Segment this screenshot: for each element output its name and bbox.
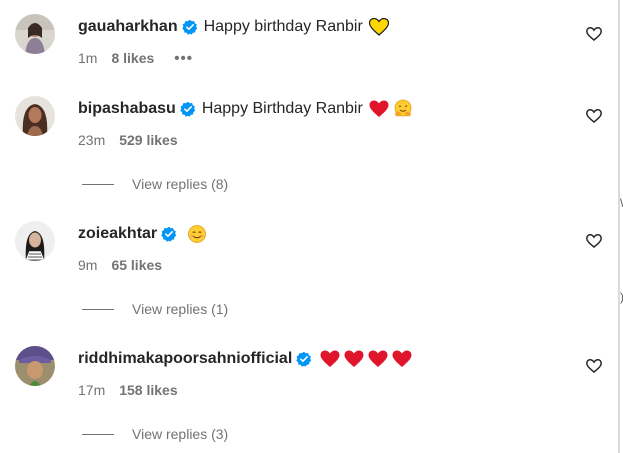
timestamp[interactable]: 9m xyxy=(78,257,97,273)
avatar[interactable] xyxy=(15,221,55,261)
likes-count[interactable]: 529 likes xyxy=(119,132,177,148)
timestamp[interactable]: 1m xyxy=(78,50,97,66)
view-replies-button[interactable]: View replies (1) xyxy=(82,300,228,318)
like-heart-icon[interactable] xyxy=(585,25,603,43)
comment-text: Happy birthday Ranbir xyxy=(203,18,363,35)
username[interactable]: gauaharkhan xyxy=(78,17,178,37)
username[interactable]: zoieakhtar xyxy=(78,224,157,244)
timestamp[interactable]: 23m xyxy=(78,132,105,148)
red-heart-icon xyxy=(320,350,340,368)
verified-badge-icon xyxy=(180,101,196,117)
replies-divider xyxy=(82,183,114,185)
avatar[interactable] xyxy=(15,14,55,54)
red-heart-icon xyxy=(344,350,364,368)
likes-count[interactable]: 65 likes xyxy=(111,257,162,273)
view-replies-label: View replies (3) xyxy=(132,426,229,442)
likes-count[interactable]: 8 likes xyxy=(111,50,154,66)
replies-divider xyxy=(82,433,114,435)
like-heart-icon[interactable] xyxy=(585,232,603,250)
comment-meta: 1m 8 likes ••• xyxy=(78,49,193,67)
avatar[interactable] xyxy=(15,96,55,136)
comment-line: zoieakhtar xyxy=(78,222,207,246)
comment-line: bipashabasu Happy Birthday Ranbir xyxy=(78,97,413,121)
comment-meta: 9m 65 likes xyxy=(78,256,162,274)
view-replies-button[interactable]: View replies (3) xyxy=(82,425,228,443)
red-heart-icon xyxy=(369,100,389,118)
avatar[interactable] xyxy=(15,346,55,386)
like-heart-icon[interactable] xyxy=(585,107,603,125)
scroll-edge xyxy=(618,0,620,453)
more-options-icon[interactable]: ••• xyxy=(174,50,193,67)
comment-line: gauaharkhan Happy birthday Ranbir xyxy=(78,15,389,39)
red-heart-icon xyxy=(392,350,412,368)
yellow-heart-icon xyxy=(368,18,389,36)
verified-badge-icon xyxy=(161,226,177,242)
timestamp[interactable]: 17m xyxy=(78,382,105,398)
like-heart-icon[interactable] xyxy=(585,357,603,375)
username[interactable]: riddhimakapoorsahniofficial xyxy=(78,349,292,369)
smiling-face-icon xyxy=(187,224,207,244)
view-replies-button[interactable]: View replies (8) xyxy=(82,175,228,193)
verified-badge-icon xyxy=(181,19,198,35)
verified-badge-icon xyxy=(296,351,312,367)
comment-text: Happy Birthday Ranbir xyxy=(201,100,363,117)
username[interactable]: bipashabasu xyxy=(78,99,176,119)
view-replies-label: View replies (1) xyxy=(132,301,229,317)
replies-divider xyxy=(82,308,114,310)
hugging-face-icon xyxy=(393,99,413,119)
view-replies-label: View replies (8) xyxy=(132,176,229,192)
red-heart-icon xyxy=(368,350,388,368)
comment-meta: 17m 158 likes xyxy=(78,381,178,399)
likes-count[interactable]: 158 likes xyxy=(119,382,177,398)
comment-meta: 23m 529 likes xyxy=(78,131,178,149)
comment-line: riddhimakapoorsahniofficial xyxy=(78,347,412,371)
